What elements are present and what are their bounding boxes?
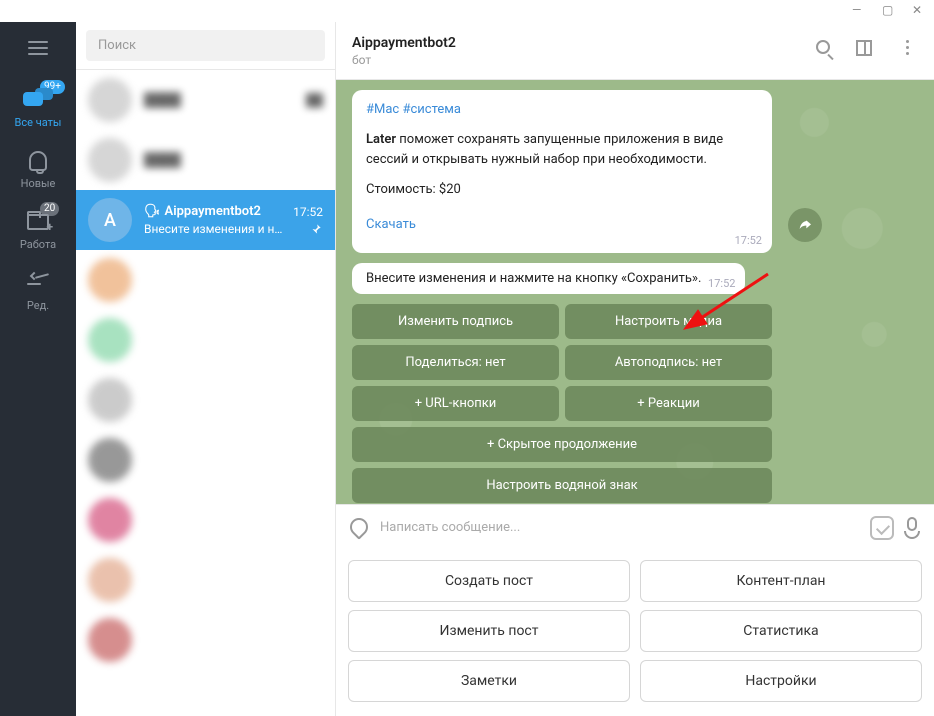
microphone-icon [907,517,917,531]
attach-button[interactable] [350,518,370,538]
window-controls: — ▢ ✕ [852,0,934,18]
rk-create-post[interactable]: Создать пост [348,560,630,602]
menu-button[interactable] [18,28,58,68]
chat-body[interactable]: #Mac #система Later поможет сохранять за… [336,80,934,504]
rail-label: Новые [0,177,76,190]
edit-icon [27,275,49,291]
chat-row-blurred[interactable] [76,610,335,670]
sidepanel-icon [856,40,872,56]
search-wrap [76,22,335,70]
system-message-text: Внесите изменения и нажмите на кнопку «С… [366,271,701,286]
message-input[interactable] [380,520,860,535]
rk-settings[interactable]: Настройки [640,660,922,702]
chat-row-blurred[interactable] [76,250,335,310]
bot-commands-button[interactable] [870,516,894,540]
rail-label: Все чаты [0,116,76,129]
rail-new[interactable]: Новые [0,139,76,200]
chat-row-blurred[interactable] [76,550,335,610]
rail-label: Работа [0,238,76,251]
chat-preview: Внесите изменения и н… [144,222,303,236]
chat-row-blurred[interactable] [76,430,335,490]
rk-edit-post[interactable]: Изменить пост [348,610,630,652]
message-strong: Later [366,132,396,147]
kb-watermark[interactable]: Настроить водяной знак [352,468,772,503]
chat-list-panel: ██████ ████ A 🗣 Aippaymentbot2 17:52 Внес… [76,22,336,716]
hashtag-link[interactable]: #Mac [366,102,399,117]
system-message-time: 17:52 [708,277,735,290]
header-sidepanel-button[interactable] [856,40,878,62]
chat-header: Aippaymentbot2 бот [336,22,934,80]
chat-title: Aippaymentbot2 [352,35,798,51]
chat-row-blurred[interactable]: ██████ [76,70,335,130]
window-close-button[interactable]: ✕ [912,4,924,16]
chat-subtitle: бот [352,53,798,67]
chat-row-blurred[interactable] [76,490,335,550]
search-input[interactable] [86,30,325,61]
kb-share[interactable]: Поделиться: нет [352,345,559,380]
rk-statistics[interactable]: Статистика [640,610,922,652]
kb-hidden-continuation[interactable]: + Скрытое продолжение [352,427,772,462]
compose-bar [336,504,934,550]
cost-label: Стоимость: [366,182,439,197]
kb-autosign[interactable]: Автоподпись: нет [565,345,772,380]
chat-row-blurred[interactable] [76,370,335,430]
pin-icon [309,222,323,236]
hashtag-link[interactable]: #система [402,102,460,117]
more-vertical-icon [896,40,918,55]
inline-keyboard: Изменить подпись Настроить медиа Поделит… [352,304,772,504]
rk-content-plan[interactable]: Контент-план [640,560,922,602]
chat-bubbles-icon [23,88,53,112]
window-minimize-button[interactable]: — [852,4,864,16]
search-icon [816,40,830,54]
kb-configure-media[interactable]: Настроить медиа [565,304,772,339]
bot-icon: 🗣 [144,204,161,219]
reply-keyboard: Создать пост Контент-план Изменить пост … [336,550,934,716]
bell-icon [29,151,47,171]
forward-icon [797,217,813,233]
rk-notes[interactable]: Заметки [348,660,630,702]
rail-all-chats[interactable]: 99+ Все чаты [0,78,76,139]
sidebar-rail: 99+ Все чаты Новые 20 Работа Ред. [0,22,76,716]
kb-url-buttons[interactable]: + URL-кнопки [352,386,559,421]
cost-value: $20 [439,182,461,197]
main-panel: Aippaymentbot2 бот #Mac #система Later п… [336,22,934,716]
rail-label: Ред. [0,299,76,312]
window-maximize-button[interactable]: ▢ [882,4,894,16]
header-search-button[interactable] [816,40,838,62]
rail-edit[interactable]: Ред. [0,261,76,322]
header-more-button[interactable] [896,40,918,62]
message-text: поможет сохранять запущенные приложения … [366,132,723,167]
forward-button[interactable] [788,208,822,242]
rail-work[interactable]: 20 Работа [0,200,76,261]
chat-name: Aippaymentbot2 [165,204,261,219]
paperclip-icon [346,514,371,539]
download-link[interactable]: Скачать [366,215,416,235]
chat-row-blurred[interactable]: ████ [76,130,335,190]
kb-reactions[interactable]: + Реакции [565,386,772,421]
chat-time: 17:52 [293,205,323,219]
chat-row-blurred[interactable] [76,310,335,370]
folder-plus-icon [27,214,49,230]
message-bubble[interactable]: #Mac #система Later поможет сохранять за… [352,90,772,253]
avatar: A [88,198,132,242]
message-time: 17:52 [735,232,762,249]
hamburger-icon [28,41,48,55]
system-message: Внесите изменения и нажмите на кнопку «С… [352,263,745,294]
kb-edit-caption[interactable]: Изменить подпись [352,304,559,339]
voice-message-button[interactable] [904,517,920,539]
chat-row-selected[interactable]: A 🗣 Aippaymentbot2 17:52 Внесите изменени… [76,190,335,250]
